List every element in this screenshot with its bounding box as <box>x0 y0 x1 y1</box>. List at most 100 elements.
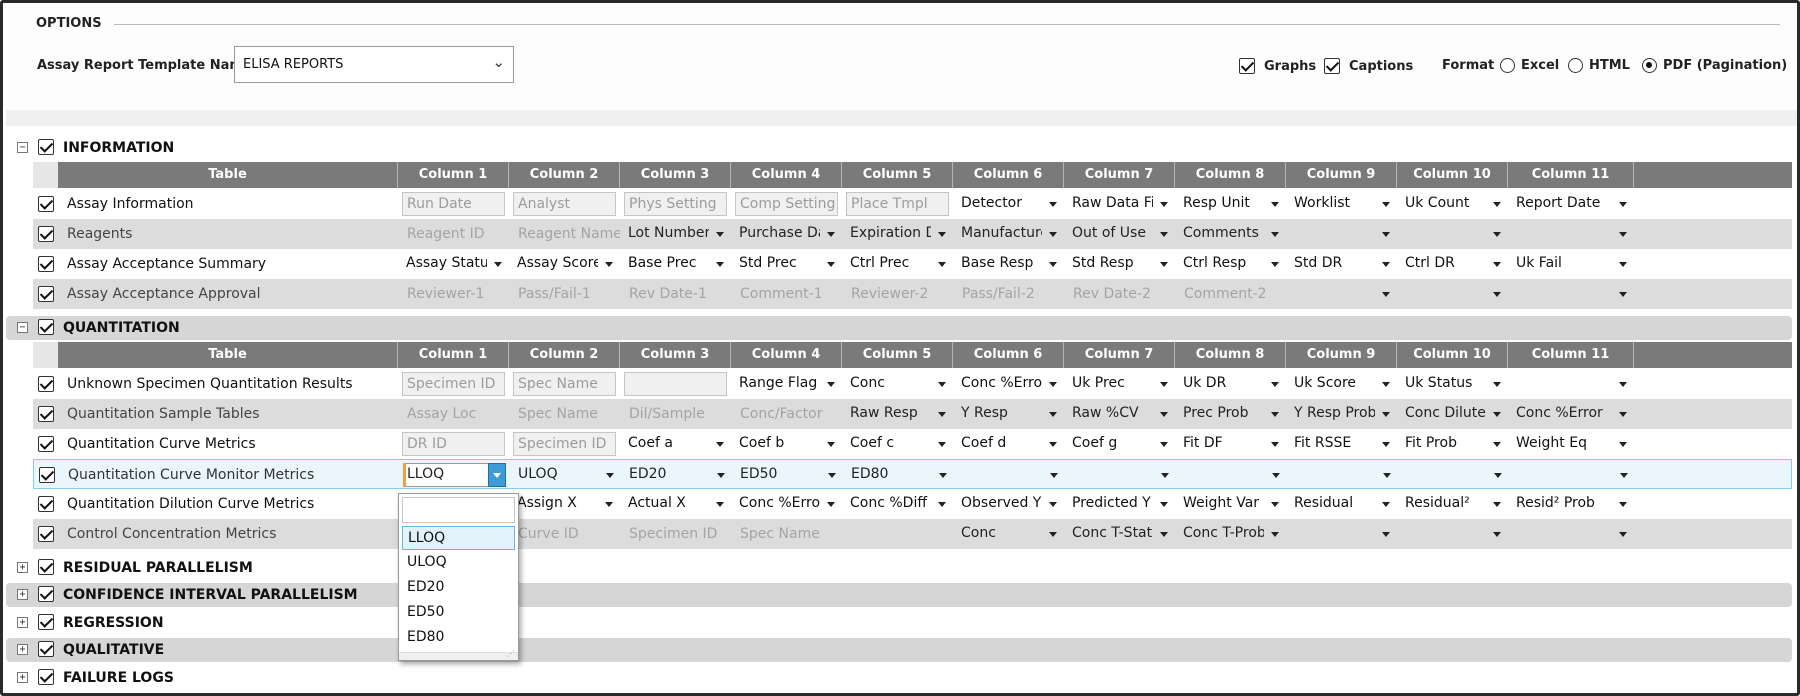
dropdown-arrow-icon[interactable] <box>1382 412 1390 417</box>
dropdown-option[interactable]: ULOQ <box>402 551 515 575</box>
column-dropdown[interactable] <box>1176 460 1287 490</box>
table-row[interactable]: Assay Acceptance Approval Reviewer-1 Pass/… <box>33 279 1792 309</box>
dropdown-arrow-icon[interactable] <box>605 262 613 267</box>
column-dropdown[interactable] <box>1398 460 1509 490</box>
dropdown-arrow-icon[interactable] <box>1382 382 1390 387</box>
dropdown-arrow-icon[interactable] <box>938 232 946 237</box>
column-dropdown[interactable]: Conc Diluted <box>1397 399 1508 429</box>
column-dropdown[interactable]: Y Resp Prob <box>1286 399 1397 429</box>
section-regression-checkbox[interactable] <box>38 614 54 630</box>
column-dropdown[interactable] <box>1065 460 1176 490</box>
dropdown-arrow-icon[interactable] <box>1160 502 1168 507</box>
dropdown-arrow-icon[interactable] <box>1049 232 1057 237</box>
column-dropdown[interactable]: Conc <box>953 519 1064 549</box>
column1-dropdown-list[interactable]: LLOQ ULOQ ED20 ED50 ED80 ⋰ <box>398 493 519 661</box>
column-dropdown[interactable]: Assay Score <box>509 249 620 279</box>
column-dropdown[interactable]: Assign X <box>509 489 620 519</box>
column-dropdown[interactable]: Fit DF <box>1175 429 1286 459</box>
dropdown-arrow-icon[interactable] <box>1619 502 1627 507</box>
dropdown-arrow-icon[interactable] <box>716 262 724 267</box>
dropdown-toggle-button[interactable] <box>488 463 506 487</box>
radio-pdf[interactable] <box>1642 58 1657 73</box>
column-dropdown[interactable] <box>1286 219 1397 249</box>
column-dropdown[interactable] <box>954 460 1065 490</box>
column-dropdown[interactable] <box>1508 369 1634 399</box>
dropdown-arrow-icon[interactable] <box>1272 473 1280 478</box>
dropdown-option[interactable]: LLOQ <box>402 526 515 550</box>
dropdown-arrow-icon[interactable] <box>1382 262 1390 267</box>
column-dropdown[interactable]: Weight Var <box>1175 489 1286 519</box>
table-row[interactable]: Assay Information Run Date Analyst Phys Set… <box>33 189 1792 219</box>
row-checkbox[interactable] <box>38 256 54 272</box>
column-dropdown[interactable]: Comments <box>1175 219 1286 249</box>
column-dropdown[interactable]: Raw Resp <box>842 399 953 429</box>
collapse-icon[interactable]: − <box>17 322 28 333</box>
column-dropdown[interactable]: Raw Data File <box>1064 189 1175 219</box>
row-checkbox[interactable] <box>38 196 54 212</box>
column-dropdown[interactable]: Base Resp <box>953 249 1064 279</box>
section-confidence-checkbox[interactable] <box>38 586 54 602</box>
dropdown-filter-box[interactable] <box>402 497 515 523</box>
column-dropdown[interactable]: Assay Status <box>398 249 509 279</box>
column-dropdown[interactable]: Conc <box>842 369 953 399</box>
column-dropdown[interactable]: Std DR <box>1286 249 1397 279</box>
dropdown-arrow-icon[interactable] <box>1620 473 1628 478</box>
dropdown-arrow-icon[interactable] <box>939 473 947 478</box>
dropdown-arrow-icon[interactable] <box>1271 202 1279 207</box>
column-dropdown[interactable]: Std Prec <box>731 249 842 279</box>
table-row[interactable]: Quantitation Dilution Curve Metrics Assig… <box>33 489 1792 519</box>
table-row[interactable]: Quantitation Curve Monitor Metrics LLOQ UL… <box>33 459 1792 489</box>
column-dropdown[interactable]: Residual <box>1286 489 1397 519</box>
dropdown-arrow-icon[interactable] <box>1383 473 1391 478</box>
column-dropdown[interactable]: ED80 <box>843 460 954 490</box>
dropdown-arrow-icon[interactable] <box>1382 232 1390 237</box>
column-dropdown[interactable] <box>1508 279 1634 309</box>
dropdown-arrow-icon[interactable] <box>827 442 835 447</box>
dropdown-arrow-icon[interactable] <box>1493 412 1501 417</box>
column-dropdown[interactable]: Lot Number <box>620 219 731 249</box>
row-checkbox[interactable] <box>38 406 54 422</box>
section-qualitative[interactable]: + QUALITATIVE <box>6 638 1792 662</box>
dropdown-arrow-icon[interactable] <box>1049 502 1057 507</box>
dropdown-arrow-icon[interactable] <box>716 442 724 447</box>
dropdown-arrow-icon[interactable] <box>1049 412 1057 417</box>
dropdown-arrow-icon[interactable] <box>1493 382 1501 387</box>
column-dropdown[interactable]: Report Date <box>1508 189 1634 219</box>
table-row[interactable]: Unknown Specimen Quantitation Results Spe… <box>33 369 1792 399</box>
format-radio-excel[interactable]: Excel <box>1500 58 1559 73</box>
expand-icon[interactable]: + <box>17 589 28 600</box>
dropdown-arrow-icon[interactable] <box>606 473 614 478</box>
table-row[interactable]: Reagents Reagent ID Reagent Name Lot Number… <box>33 219 1792 249</box>
column-dropdown[interactable]: Purchase Date <box>731 219 842 249</box>
dropdown-arrow-icon[interactable] <box>1619 382 1627 387</box>
resize-grip-icon[interactable]: ⋰ <box>507 649 515 658</box>
dropdown-arrow-icon[interactable] <box>1271 382 1279 387</box>
section-residual-parallelism[interactable]: + RESIDUAL PARALLELISM <box>6 556 1792 580</box>
column-dropdown[interactable]: Fit RSSE <box>1286 429 1397 459</box>
dropdown-arrow-icon[interactable] <box>1619 292 1627 297</box>
column-dropdown[interactable]: Detector <box>953 189 1064 219</box>
column-dropdown[interactable] <box>1508 219 1634 249</box>
dropdown-arrow-icon[interactable] <box>1382 442 1390 447</box>
column-dropdown[interactable]: Ctrl Resp <box>1175 249 1286 279</box>
row-checkbox[interactable] <box>38 526 54 542</box>
column-dropdown[interactable]: Conc T-Prob <box>1175 519 1286 549</box>
section-quantitation-checkbox[interactable] <box>38 319 54 335</box>
table-row[interactable]: Quantitation Curve Metrics DR ID Specimen … <box>33 429 1792 459</box>
column-dropdown[interactable]: Coef b <box>731 429 842 459</box>
dropdown-option[interactable]: ED50 <box>402 601 515 625</box>
column-dropdown[interactable]: Uk Score <box>1286 369 1397 399</box>
dropdown-arrow-icon[interactable] <box>1493 232 1501 237</box>
dropdown-arrow-icon[interactable] <box>716 232 724 237</box>
dropdown-option[interactable]: ED20 <box>402 576 515 600</box>
dropdown-arrow-icon[interactable] <box>938 502 946 507</box>
dropdown-arrow-icon[interactable] <box>1271 442 1279 447</box>
dropdown-arrow-icon[interactable] <box>1619 532 1627 537</box>
column-dropdown[interactable]: Y Resp <box>953 399 1064 429</box>
column-dropdown[interactable] <box>1287 460 1398 490</box>
column-dropdown[interactable] <box>1286 519 1397 549</box>
column-dropdown[interactable]: Observed Y <box>953 489 1064 519</box>
row-checkbox[interactable] <box>39 467 55 483</box>
dropdown-option[interactable]: ED80 <box>402 626 515 650</box>
dropdown-arrow-icon[interactable] <box>827 502 835 507</box>
